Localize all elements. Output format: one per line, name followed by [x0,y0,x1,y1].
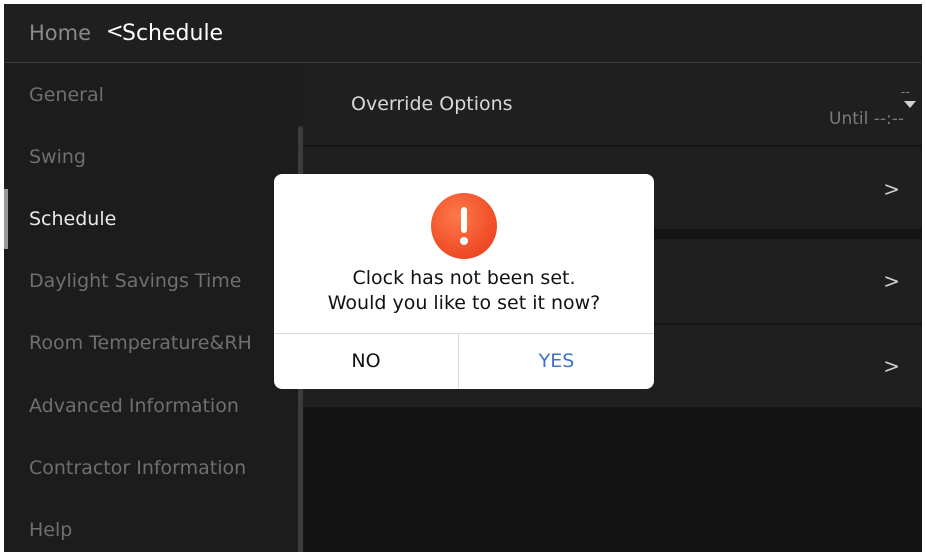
sidebar-item-swing[interactable]: Swing [4,125,303,187]
sidebar-item-daylight-savings[interactable]: Daylight Savings Time [4,249,303,311]
back-chevron-icon[interactable]: < [106,19,124,43]
sidebar-item-label: Contractor Information [29,457,247,479]
yes-button[interactable]: YES [459,334,654,389]
clock-not-set-dialog: Clock has not been set. Would you like t… [274,174,654,389]
chevron-right-icon: > [883,177,900,201]
sidebar-item-room-temperature[interactable]: Room Temperature&RH [4,311,303,373]
sidebar-item-contractor-information[interactable]: Contractor Information [4,435,303,497]
alert-exclamation-icon [431,193,497,259]
sidebar-item-label: Daylight Savings Time [29,270,242,292]
sidebar-item-label: General [29,84,104,106]
dropdown-arrow-icon[interactable] [904,101,916,108]
exclamation-dot [460,237,468,245]
override-options-label: Override Options [351,93,513,115]
override-value: -- [900,85,910,100]
breadcrumb-home[interactable]: Home [29,21,91,45]
no-button[interactable]: NO [274,334,458,389]
chevron-right-icon: > [883,269,900,293]
sidebar: General Swing Schedule Daylight Savings … [4,63,303,552]
sidebar-item-label: Room Temperature&RH [29,332,252,354]
active-indicator [4,189,8,249]
header-bar: Home < Schedule [4,4,922,63]
sidebar-item-general[interactable]: General [4,63,303,125]
sidebar-item-schedule[interactable]: Schedule [4,187,303,249]
override-options-row[interactable]: Override Options -- Until --:-- [303,63,922,145]
dialog-message-line2: Would you like to set it now? [327,292,601,314]
exclamation-bar [461,207,467,233]
sidebar-item-help[interactable]: Help [4,497,303,552]
sidebar-item-label: Swing [29,146,86,168]
override-until-text: Until --:-- [829,109,904,129]
sidebar-item-label: Advanced Information [29,395,239,417]
sidebar-item-label: Schedule [29,208,117,230]
chevron-right-icon: > [883,354,900,378]
page-title: Schedule [122,21,224,46]
sidebar-item-advanced-information[interactable]: Advanced Information [4,373,303,435]
dialog-message-line1: Clock has not been set. [352,267,576,289]
sidebar-item-label: Help [29,519,73,541]
